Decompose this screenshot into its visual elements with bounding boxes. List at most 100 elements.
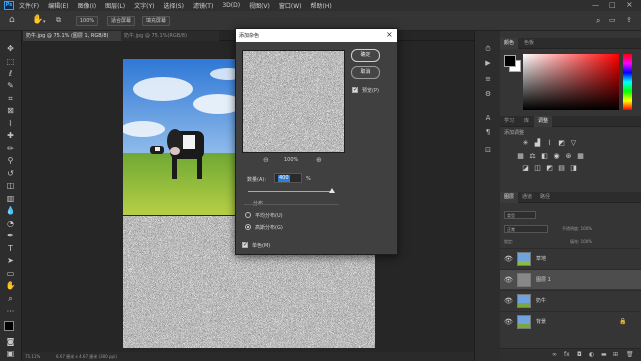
gaussian-radio[interactable] (245, 224, 251, 230)
more-tools-icon[interactable]: ··· (5, 307, 16, 317)
fit-screen-button[interactable]: 适合屏幕 (107, 16, 135, 26)
foreground-color-swatch[interactable] (4, 321, 14, 331)
menu-view[interactable]: 视图(V) (249, 1, 270, 10)
eyedropper-icon[interactable]: ⌇ (5, 119, 16, 129)
exposure-icon[interactable]: ◩ (558, 140, 565, 147)
hand-tool-icon[interactable]: ✋ (32, 16, 43, 25)
history-panel-icon[interactable]: ⏱ (484, 45, 492, 53)
eraser-icon[interactable]: ◫ (5, 181, 16, 191)
gradient-tool-icon[interactable]: ▥ (5, 194, 16, 204)
eye-icon[interactable]: 👁 (504, 255, 513, 263)
brightness-icon[interactable]: ✳ (522, 140, 529, 147)
tab-channels[interactable]: 通道 (518, 192, 536, 203)
levels-icon[interactable]: ▟ (534, 140, 541, 147)
hand-icon[interactable]: ✋ (5, 281, 16, 291)
character-panel-icon[interactable]: A (484, 114, 492, 122)
screen-mode-icon[interactable]: ▣ (5, 349, 16, 359)
delete-layer-icon[interactable]: 🗑 (626, 351, 634, 358)
history-brush-icon[interactable]: ↺ (5, 169, 16, 179)
tab-paths[interactable]: 路径 (536, 192, 554, 203)
menu-layer[interactable]: 图层(L) (105, 1, 125, 10)
layer-row-grass[interactable]: 👁 草地 (500, 248, 641, 268)
layer-row-noise[interactable]: 👁 图层 1 (500, 269, 641, 289)
minimize-icon[interactable]: — (592, 1, 599, 9)
quick-select-icon[interactable]: ✎ (5, 81, 16, 91)
glyphs-panel-icon[interactable]: ⊡ (484, 146, 492, 154)
zoom-100-button[interactable]: 100% (76, 16, 98, 26)
amount-slider-thumb[interactable] (329, 188, 335, 193)
chevron-down-icon[interactable]: ▾ (43, 18, 46, 27)
healing-brush-icon[interactable]: ✚ (5, 131, 16, 141)
rectangle-tool-icon[interactable]: ▭ (5, 269, 16, 279)
blend-mode-select[interactable]: 正常 (504, 225, 548, 233)
crop-tool-icon[interactable]: ⌗ (5, 94, 16, 104)
pen-tool-icon[interactable]: ✒ (5, 231, 16, 241)
uniform-radio[interactable] (245, 212, 251, 218)
scroll-all-icon[interactable]: ⧉ (56, 16, 61, 25)
opacity-field[interactable]: 不透明度: 100% (562, 226, 592, 232)
panel-foreground-swatch[interactable] (504, 55, 516, 67)
add-mask-icon[interactable]: ◘ (577, 351, 582, 358)
menu-filter[interactable]: 滤镜(T) (193, 1, 213, 10)
path-select-icon[interactable]: ➤ (5, 256, 16, 266)
color-lookup-icon[interactable]: ▦ (577, 153, 584, 160)
curves-icon[interactable]: ⌇ (546, 140, 553, 147)
layer-kind-filter[interactable]: 类型 (504, 211, 536, 219)
tab-swatches[interactable]: 色板 (520, 38, 538, 49)
paragraph-panel-icon[interactable]: ¶ (484, 128, 492, 136)
monochromatic-checkbox[interactable] (242, 241, 248, 249)
menu-edit[interactable]: 编辑(E) (48, 1, 68, 10)
dialog-titlebar[interactable]: 添加杂色 × (236, 29, 397, 42)
dialog-close-icon[interactable]: × (386, 30, 393, 39)
brush-tool-icon[interactable]: ✏ (5, 144, 16, 154)
move-tool-icon[interactable]: ✥ (5, 44, 16, 54)
tab-color[interactable]: 颜色 (500, 38, 519, 49)
menu-help[interactable]: 帮助(H) (311, 1, 332, 10)
fill-screen-button[interactable]: 填充屏幕 (142, 16, 170, 26)
cancel-button[interactable]: 取消 (351, 66, 380, 79)
photo-filter-icon[interactable]: ◉ (553, 153, 560, 160)
vibrance-icon[interactable]: ▽ (570, 140, 577, 147)
fx-icon[interactable]: fx (564, 351, 570, 358)
noise-preview[interactable] (242, 50, 345, 153)
tab-learn[interactable]: 学习 (500, 116, 518, 127)
layer-row-background[interactable]: 👁 背景 🔒 (500, 311, 641, 331)
preview-checkbox[interactable] (352, 86, 358, 94)
amount-slider-track[interactable] (248, 191, 334, 192)
clone-stamp-icon[interactable]: ⚲ (5, 156, 16, 166)
eye-icon[interactable]: 👁 (504, 276, 513, 284)
zoom-in-icon[interactable]: ⊕ (316, 156, 322, 164)
menu-select[interactable]: 选择(S) (163, 1, 184, 10)
layer-row-cow[interactable]: 👁 奶牛 (500, 290, 641, 310)
menu-3d[interactable]: 3D(D) (222, 2, 240, 9)
channel-mixer-icon[interactable]: ⊛ (565, 153, 572, 160)
share-icon[interactable]: ⇪ (626, 16, 632, 25)
ok-button[interactable]: 确定 (351, 49, 380, 62)
adjustment-layer-icon[interactable]: ◐ (589, 351, 594, 358)
brush-settings-icon[interactable]: ⚙ (484, 90, 492, 98)
eye-icon[interactable]: 👁 (504, 318, 513, 326)
invert-icon[interactable]: ◪ (522, 165, 529, 172)
threshold-icon[interactable]: ◩ (546, 165, 553, 172)
close-window-icon[interactable]: × (626, 0, 633, 9)
fill-field[interactable]: 填充: 100% (570, 239, 592, 245)
hue-sat-icon[interactable]: ▦ (517, 153, 524, 160)
menu-type[interactable]: 文字(Y) (134, 1, 154, 10)
hue-slider[interactable] (623, 54, 632, 110)
color-balance-icon[interactable]: ⚖ (529, 153, 536, 160)
workspace-icon[interactable]: ▭ (609, 16, 616, 25)
status-zoom[interactable]: 75.11% (25, 352, 40, 361)
quick-mask-icon[interactable]: ◙ (5, 337, 16, 347)
menu-file[interactable]: 文件(F) (19, 1, 39, 10)
new-layer-icon[interactable]: ⊞ (613, 351, 618, 358)
gradient-map-icon[interactable]: ▤ (558, 165, 565, 172)
tab-active-document[interactable]: 奶牛.jpg @ 75.1% (图层 1, RGB/8) (23, 31, 121, 41)
zoom-tool-icon[interactable]: ⌕ (5, 294, 16, 304)
menu-image[interactable]: 图像(I) (78, 1, 96, 10)
black-white-icon[interactable]: ◧ (541, 153, 548, 160)
dodge-tool-icon[interactable]: ◔ (5, 219, 16, 229)
frame-tool-icon[interactable]: ⊠ (5, 106, 16, 116)
blur-tool-icon[interactable]: 💧 (5, 206, 16, 216)
tab-libraries[interactable]: 库 (520, 116, 533, 127)
home-icon[interactable]: ⌂ (9, 16, 15, 25)
